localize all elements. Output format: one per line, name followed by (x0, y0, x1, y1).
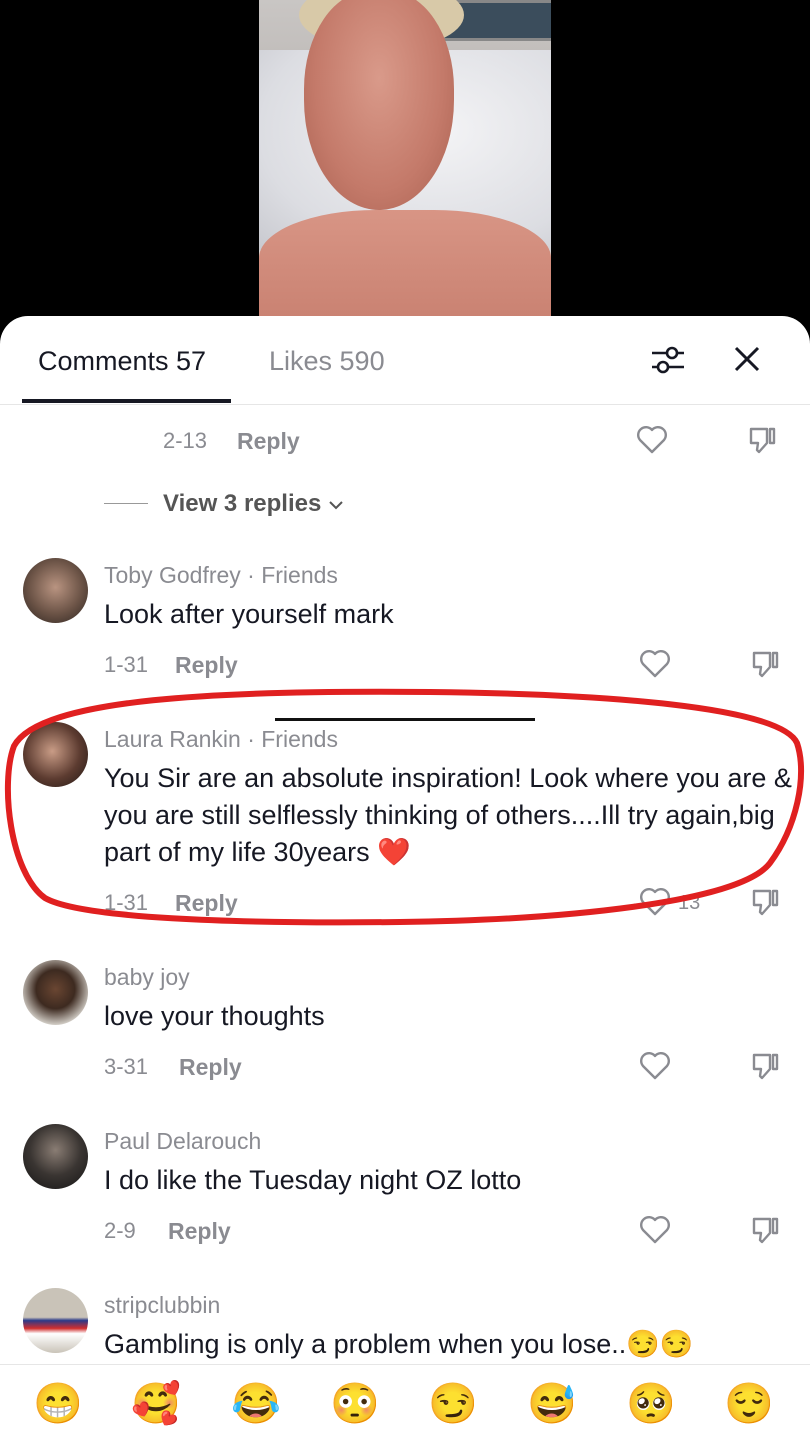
chevron-down-icon (329, 501, 343, 510)
chest-image (259, 210, 551, 318)
comment-date: 1-31 (104, 890, 149, 915)
emoji-bar: 😁 🥰 😂 😳 😏 😅 🥺 😌 (0, 1364, 810, 1440)
reply-button[interactable]: Reply (168, 1218, 231, 1245)
emoji-button[interactable]: 🥺 (626, 1379, 676, 1429)
comment-text: I do like the Tuesday night OZ lotto (104, 1165, 522, 1195)
comments-sheet: Comments 57 Likes 590 2-13 Reply View 3 … (0, 316, 810, 1440)
heart-icon[interactable] (638, 647, 672, 681)
avatar[interactable] (23, 558, 88, 623)
emoji-button[interactable]: 😳 (330, 1379, 380, 1429)
avatar[interactable] (23, 960, 88, 1025)
view-replies-label: View 3 replies (163, 490, 322, 517)
reply-button[interactable]: Reply (237, 428, 300, 455)
emoji-button[interactable]: 😏 (428, 1379, 478, 1429)
comment-text: Gambling is only a problem when you lose… (104, 1329, 694, 1359)
dislike-icon[interactable] (748, 885, 782, 919)
avatar[interactable] (23, 722, 88, 787)
like-count: 13 (678, 892, 701, 914)
dislike-icon[interactable] (748, 1049, 782, 1083)
view-replies-button[interactable]: View 3 replies (163, 490, 344, 518)
view-replies-line (104, 503, 148, 504)
comment-author[interactable]: Laura Rankin · Friends (104, 726, 338, 753)
avatar[interactable] (23, 1288, 88, 1353)
video-player[interactable] (0, 0, 810, 330)
comment-author[interactable]: stripclubbin (104, 1292, 220, 1319)
heart-icon[interactable] (638, 885, 672, 919)
comment-author[interactable]: Toby Godfrey · Friends (104, 562, 338, 589)
tab-comments[interactable]: Comments 57 (38, 346, 206, 377)
reply-button[interactable]: Reply (175, 890, 238, 917)
tab-underline (22, 399, 231, 403)
dislike-icon[interactable] (745, 423, 779, 457)
avatar[interactable] (23, 1124, 88, 1189)
reply-button[interactable]: Reply (175, 652, 238, 679)
comment-text: You Sir are an absolute inspiration! Loo… (104, 763, 792, 867)
comment-date: 2-13 (163, 428, 208, 453)
heart-icon[interactable] (638, 1213, 672, 1247)
reply-button[interactable]: Reply (179, 1054, 242, 1081)
emoji-button[interactable]: 😁 (33, 1379, 83, 1429)
comment-date: 2-9 (104, 1218, 136, 1243)
heart-icon[interactable] (638, 1049, 672, 1083)
emoji-button[interactable]: 😌 (724, 1379, 774, 1429)
comment-date: 3-31 (104, 1054, 149, 1079)
comment-author[interactable]: Paul Delarouch (104, 1128, 261, 1155)
comment-text: Look after yourself mark (104, 599, 394, 629)
heart-icon[interactable] (635, 423, 669, 457)
dislike-icon[interactable] (748, 1213, 782, 1247)
dislike-icon[interactable] (748, 647, 782, 681)
emoji-button[interactable]: 😅 (527, 1379, 577, 1429)
face-image (304, 0, 454, 210)
tab-bar: Comments 57 Likes 590 (0, 316, 810, 405)
emoji-button[interactable]: 🥰 (131, 1379, 181, 1429)
tab-likes[interactable]: Likes 590 (269, 346, 385, 377)
video-frame (259, 0, 551, 318)
filter-icon[interactable] (648, 340, 688, 380)
comment-text: love your thoughts (104, 1001, 325, 1031)
scribble-line (275, 718, 535, 721)
comment-author[interactable]: baby joy (104, 964, 190, 991)
comment-date: 1-31 (104, 652, 149, 677)
emoji-button[interactable]: 😂 (231, 1379, 281, 1429)
close-icon[interactable] (730, 342, 764, 376)
